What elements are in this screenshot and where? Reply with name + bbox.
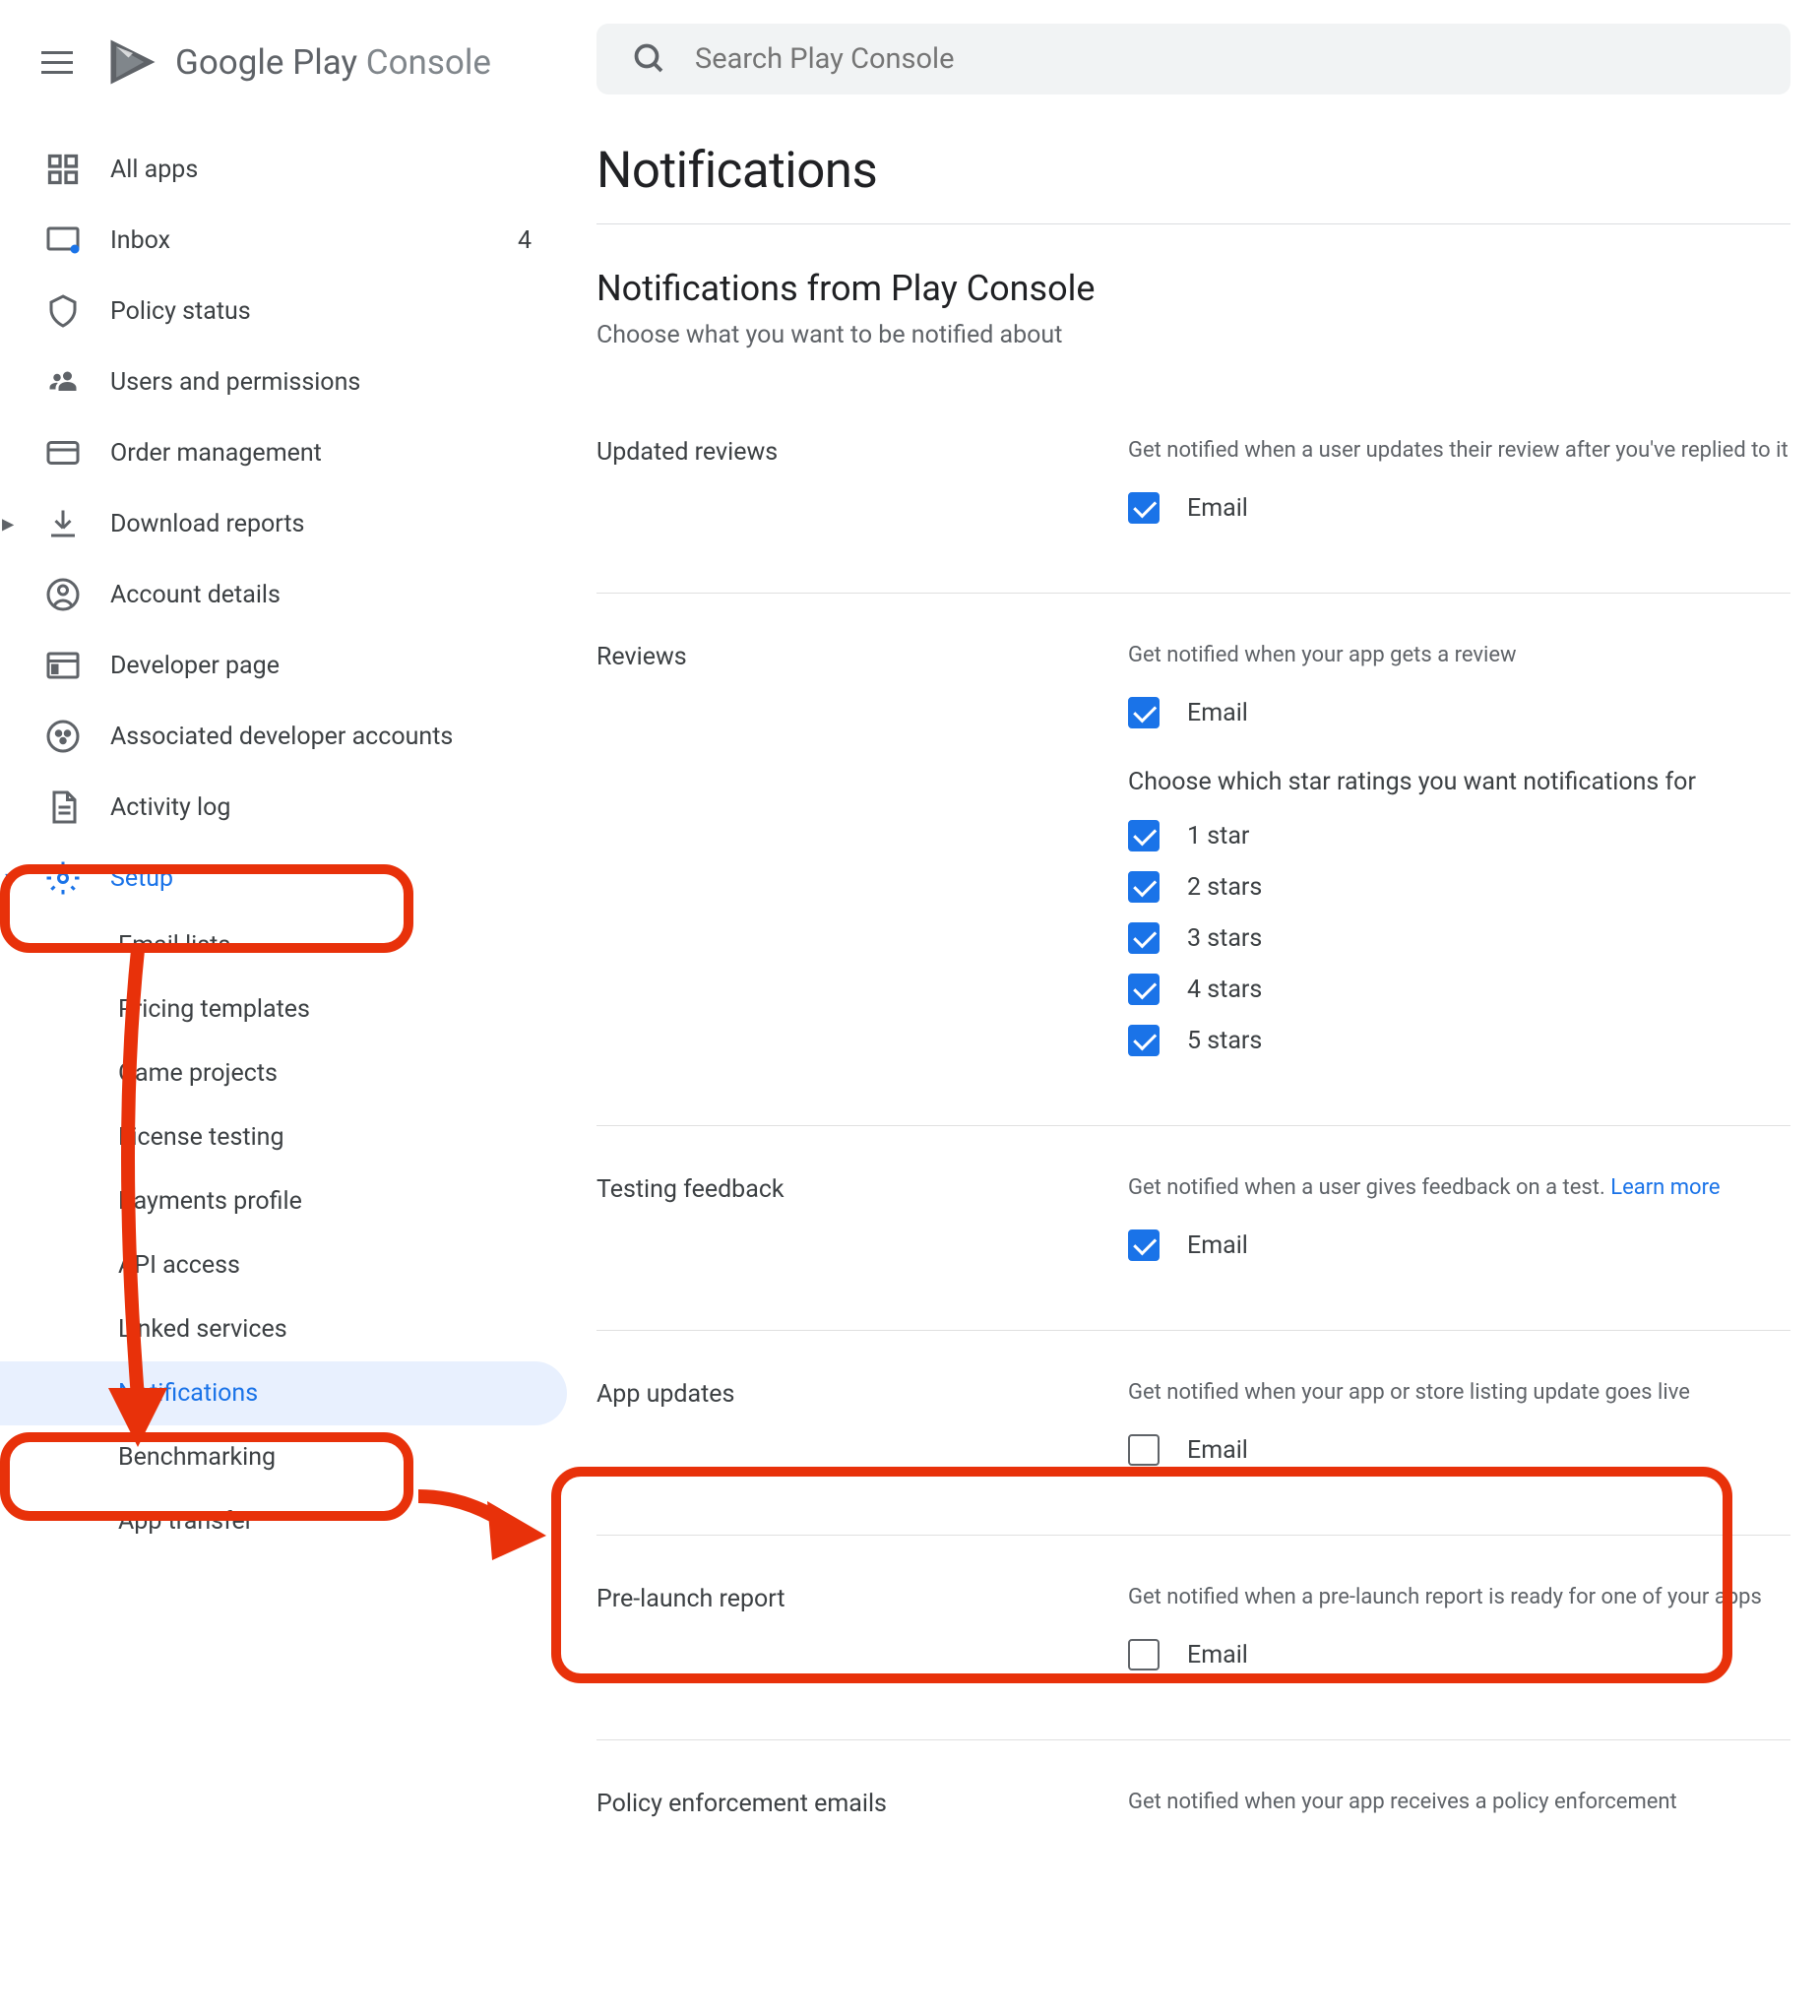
sidebar-item-policy-status[interactable]: Policy status xyxy=(0,276,567,346)
checkbox-label: 1 star xyxy=(1187,822,1249,850)
play-logo-icon xyxy=(106,35,159,89)
setting-prelaunch-report: Pre-launch report Get notified when a pr… xyxy=(596,1585,1790,1740)
inbox-icon xyxy=(45,222,81,258)
checkbox-label: 3 stars xyxy=(1187,924,1262,953)
checkbox-label: Email xyxy=(1187,1641,1248,1670)
sidebar-item-developer-page[interactable]: Developer page xyxy=(0,630,567,701)
sidebar-sub-payments-profile[interactable]: Payments profile xyxy=(0,1169,567,1233)
section-subtitle: Choose what you want to be notified abou… xyxy=(596,321,1790,349)
star-checkbox-1[interactable] xyxy=(1128,820,1160,851)
sidebar-item-label: Inbox xyxy=(110,226,488,255)
chevron-down-icon: ▼ xyxy=(2,868,18,888)
star-checkbox-3[interactable] xyxy=(1128,922,1160,954)
sidebar-item-associated-accounts[interactable]: Associated developer accounts xyxy=(0,701,567,772)
star-checkbox-2[interactable] xyxy=(1128,871,1160,903)
setting-description: Get notified when your app gets a review xyxy=(1128,643,1790,667)
email-checkbox[interactable] xyxy=(1128,1229,1160,1261)
logo[interactable]: Google Play Console xyxy=(106,35,491,89)
sidebar-item-inbox[interactable]: Inbox 4 xyxy=(0,205,567,276)
section-heading: Notifications from Play Console xyxy=(596,268,1790,309)
sidebar-item-setup[interactable]: ▼ Setup xyxy=(0,843,567,914)
ratings-heading: Choose which star ratings you want notif… xyxy=(1128,768,1790,796)
learn-more-link[interactable]: Learn more xyxy=(1610,1175,1720,1200)
sidebar-item-users-permissions[interactable]: Users and permissions xyxy=(0,346,567,417)
sidebar-sub-app-transfer[interactable]: App transfer xyxy=(0,1489,567,1553)
setting-app-updates: App updates Get notified when your app o… xyxy=(596,1380,1790,1536)
gear-icon xyxy=(45,860,81,896)
sidebar-item-label: Download reports xyxy=(110,510,532,538)
checkbox-label: 2 stars xyxy=(1187,873,1262,902)
search-icon xyxy=(632,41,667,77)
sidebar-item-label: Order management xyxy=(110,439,532,468)
setting-label: Reviews xyxy=(596,643,1128,1076)
setting-description: Get notified when a pre-launch report is… xyxy=(1128,1585,1790,1609)
sidebar-item-label: Activity log xyxy=(110,793,532,822)
sidebar-item-download-reports[interactable]: ▶ Download reports xyxy=(0,488,567,559)
email-checkbox[interactable] xyxy=(1128,1434,1160,1466)
inbox-count: 4 xyxy=(518,226,532,255)
setting-description: Get notified when a user gives feedback … xyxy=(1128,1175,1790,1200)
sidebar-sub-pricing-templates[interactable]: Pricing templates xyxy=(0,977,567,1041)
setting-label: Pre-launch report xyxy=(596,1585,1128,1690)
associated-icon xyxy=(45,719,81,754)
setting-label: Updated reviews xyxy=(596,438,1128,543)
sidebar-sub-api-access[interactable]: API access xyxy=(0,1233,567,1297)
sidebar-item-label: Policy status xyxy=(110,297,532,326)
grid-icon xyxy=(45,152,81,187)
setting-description: Get notified when your app or store list… xyxy=(1128,1380,1790,1405)
shield-icon xyxy=(45,293,81,329)
setting-testing-feedback: Testing feedback Get notified when a use… xyxy=(596,1175,1790,1331)
email-checkbox[interactable] xyxy=(1128,1639,1160,1670)
users-icon xyxy=(45,364,81,400)
setting-label: App updates xyxy=(596,1380,1128,1485)
setting-policy-enforcement: Policy enforcement emails Get notified w… xyxy=(596,1790,1790,1893)
sidebar-item-label: Associated developer accounts xyxy=(110,723,532,751)
hamburger-menu[interactable] xyxy=(41,41,83,83)
checkbox-label: Email xyxy=(1187,1436,1248,1465)
star-checkbox-5[interactable] xyxy=(1128,1025,1160,1056)
sidebar: All apps Inbox 4 Policy status Users and… xyxy=(0,124,567,1553)
checkbox-label: Email xyxy=(1187,699,1248,727)
setting-updated-reviews: Updated reviews Get notified when a user… xyxy=(596,438,1790,594)
page-title: Notifications xyxy=(596,142,1790,224)
checkbox-label: 5 stars xyxy=(1187,1027,1262,1055)
document-icon xyxy=(45,789,81,825)
setting-reviews: Reviews Get notified when your app gets … xyxy=(596,643,1790,1126)
sidebar-item-all-apps[interactable]: All apps xyxy=(0,134,567,205)
chevron-right-icon: ▶ xyxy=(2,515,14,534)
search-box[interactable] xyxy=(596,24,1790,94)
setting-description: Get notified when your app receives a po… xyxy=(1128,1790,1790,1814)
sidebar-sub-license-testing[interactable]: License testing xyxy=(0,1105,567,1169)
sidebar-item-label: All apps xyxy=(110,156,532,184)
sidebar-sub-benchmarking[interactable]: Benchmarking xyxy=(0,1425,567,1489)
sidebar-item-label: Setup xyxy=(110,864,532,893)
download-icon xyxy=(45,506,81,541)
checkbox-label: Email xyxy=(1187,1231,1248,1260)
setting-description: Get notified when a user updates their r… xyxy=(1128,438,1790,463)
setting-label: Policy enforcement emails xyxy=(596,1790,1128,1844)
checkbox-label: 4 stars xyxy=(1187,976,1262,1004)
logo-text: Google Play Console xyxy=(175,42,491,83)
search-input[interactable] xyxy=(695,42,1755,76)
sidebar-sub-email-lists[interactable]: Email lists xyxy=(0,914,567,977)
sidebar-item-label: Account details xyxy=(110,581,532,609)
star-checkbox-4[interactable] xyxy=(1128,974,1160,1005)
email-checkbox[interactable] xyxy=(1128,492,1160,524)
sidebar-item-order-management[interactable]: Order management xyxy=(0,417,567,488)
sidebar-item-label: Developer page xyxy=(110,652,532,680)
sidebar-sub-linked-services[interactable]: Linked services xyxy=(0,1297,567,1361)
setting-label: Testing feedback xyxy=(596,1175,1128,1281)
sidebar-sub-game-projects[interactable]: Game projects xyxy=(0,1041,567,1105)
checkbox-label: Email xyxy=(1187,494,1248,523)
card-icon xyxy=(45,435,81,471)
sidebar-sub-notifications[interactable]: Notifications xyxy=(0,1361,567,1425)
window-icon xyxy=(45,648,81,683)
sidebar-item-account-details[interactable]: Account details xyxy=(0,559,567,630)
email-checkbox[interactable] xyxy=(1128,697,1160,728)
sidebar-item-activity-log[interactable]: Activity log xyxy=(0,772,567,843)
account-icon xyxy=(45,577,81,612)
sidebar-item-label: Users and permissions xyxy=(110,368,532,397)
